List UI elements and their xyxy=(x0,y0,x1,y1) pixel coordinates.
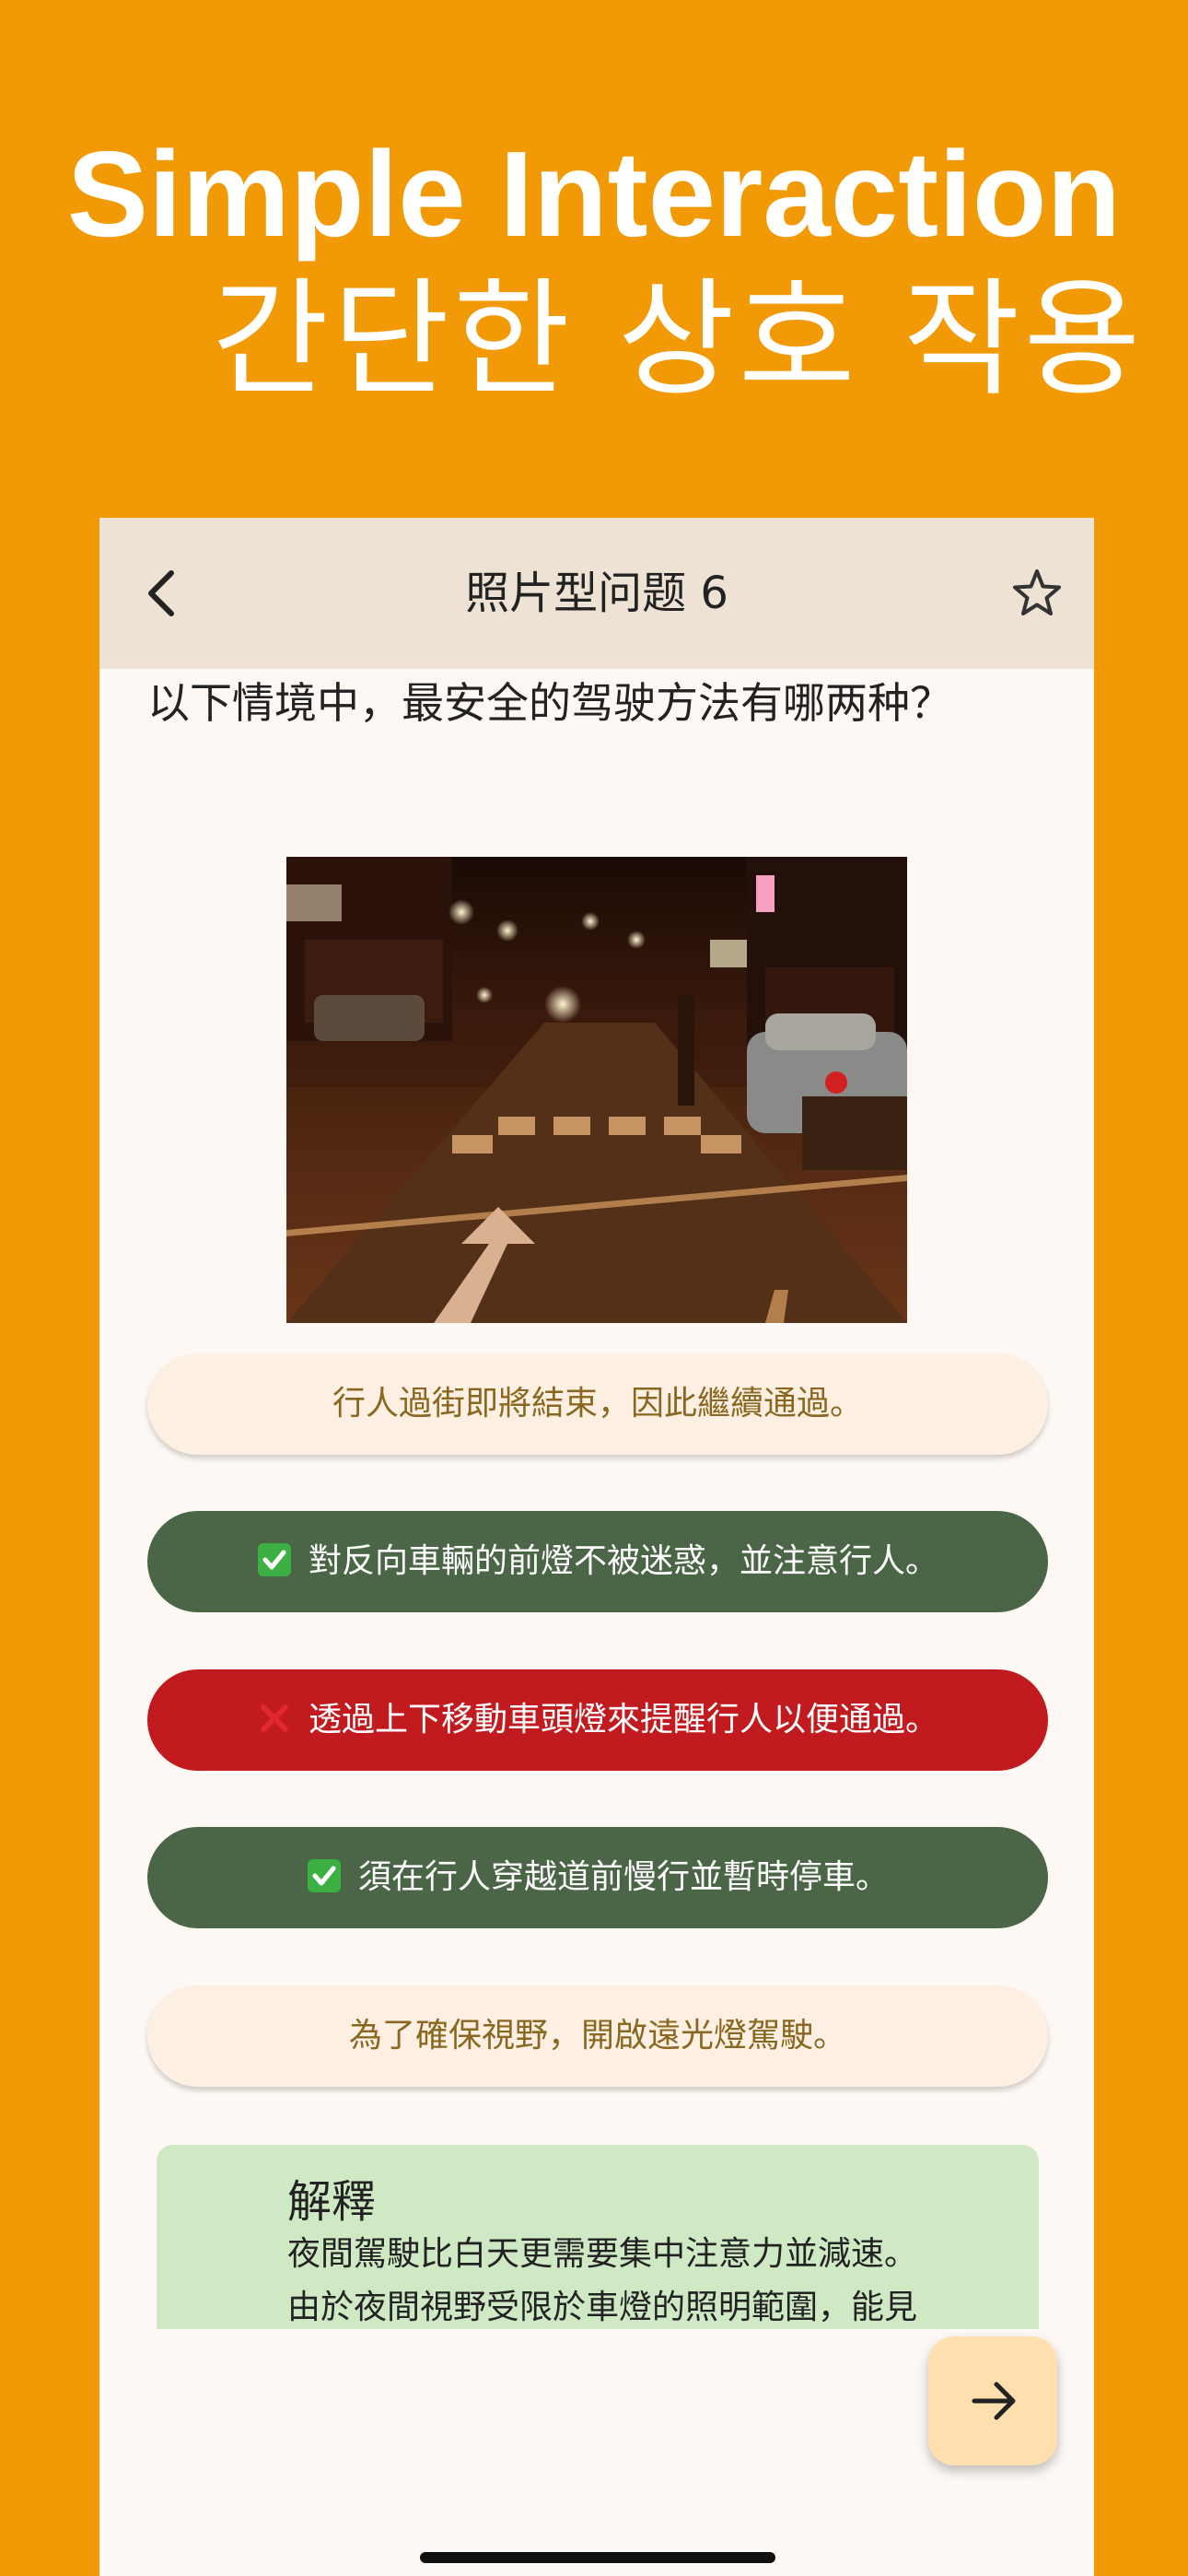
explanation-title: 解釋 xyxy=(287,2176,377,2228)
question-text: 以下情境中，最安全的驾驶方法有哪两种？ xyxy=(147,678,952,728)
app-bar: 照片型问题 6 xyxy=(99,518,1094,669)
phone-screen: 照片型问题 6 以下情境中，最安全的驾驶方法有哪两种？ 行人過街即將結束，因此繼… xyxy=(99,518,1094,2576)
explanation-body: 夜間駕駛比白天更需要集中注意力並減速。 由於夜間視野受限於車燈的照明範圍，能見 xyxy=(287,2228,1006,2329)
page-title: 照片型问题 6 xyxy=(465,568,728,619)
answer-option-4-label: 須在行人穿越道前慢行並暫時停車。 xyxy=(357,1858,889,1896)
answer-option-2[interactable]: 對反向車輛的前燈不被迷惑，並注意行人。 xyxy=(147,1511,1048,1612)
check-icon xyxy=(257,1543,291,1576)
answer-option-4[interactable]: 須在行人穿越道前慢行並暫時停車。 xyxy=(147,1827,1048,1928)
night-street-photo xyxy=(286,857,907,1323)
star-outline-icon xyxy=(1013,569,1061,615)
hero-title-english: Simple Interaction xyxy=(66,126,1122,262)
hero-title-korean: 간단한 상호 작용 xyxy=(212,265,1145,414)
home-indicator[interactable] xyxy=(420,2552,775,2563)
arrow-right-icon xyxy=(972,2382,1016,2420)
answer-option-5-label: 為了確保視野，開啟遠光燈駕駛。 xyxy=(348,2017,846,2055)
next-question-button[interactable] xyxy=(928,2336,1057,2465)
answer-option-3[interactable]: 透過上下移動車頭燈來提醒行人以便通過。 xyxy=(147,1669,1048,1771)
check-icon xyxy=(307,1859,341,1892)
answer-option-2-label: 對反向車輛的前燈不被迷惑，並注意行人。 xyxy=(308,1542,938,1580)
answer-option-1-label: 行人過街即將結束，因此繼續通過。 xyxy=(332,1385,863,1423)
question-photo xyxy=(286,857,907,1323)
explanation-panel: 解釋 夜間駕駛比白天更需要集中注意力並減速。 由於夜間視野受限於車燈的照明範圍，… xyxy=(157,2145,1039,2329)
explanation-line-1: 夜間駕駛比白天更需要集中注意力並減速。 xyxy=(287,2235,918,2273)
answer-option-5[interactable]: 為了確保視野，開啟遠光燈駕駛。 xyxy=(147,1985,1048,2087)
answer-option-1[interactable]: 行人過街即將結束，因此繼續通過。 xyxy=(147,1353,1048,1455)
cross-icon xyxy=(260,1704,288,1732)
favorite-button[interactable] xyxy=(1007,564,1066,623)
answer-option-3-label: 透過上下移動車頭燈來提醒行人以便通過。 xyxy=(308,1701,938,1739)
explanation-line-2: 由於夜間視野受限於車燈的照明範圍，能見 xyxy=(287,2289,918,2326)
